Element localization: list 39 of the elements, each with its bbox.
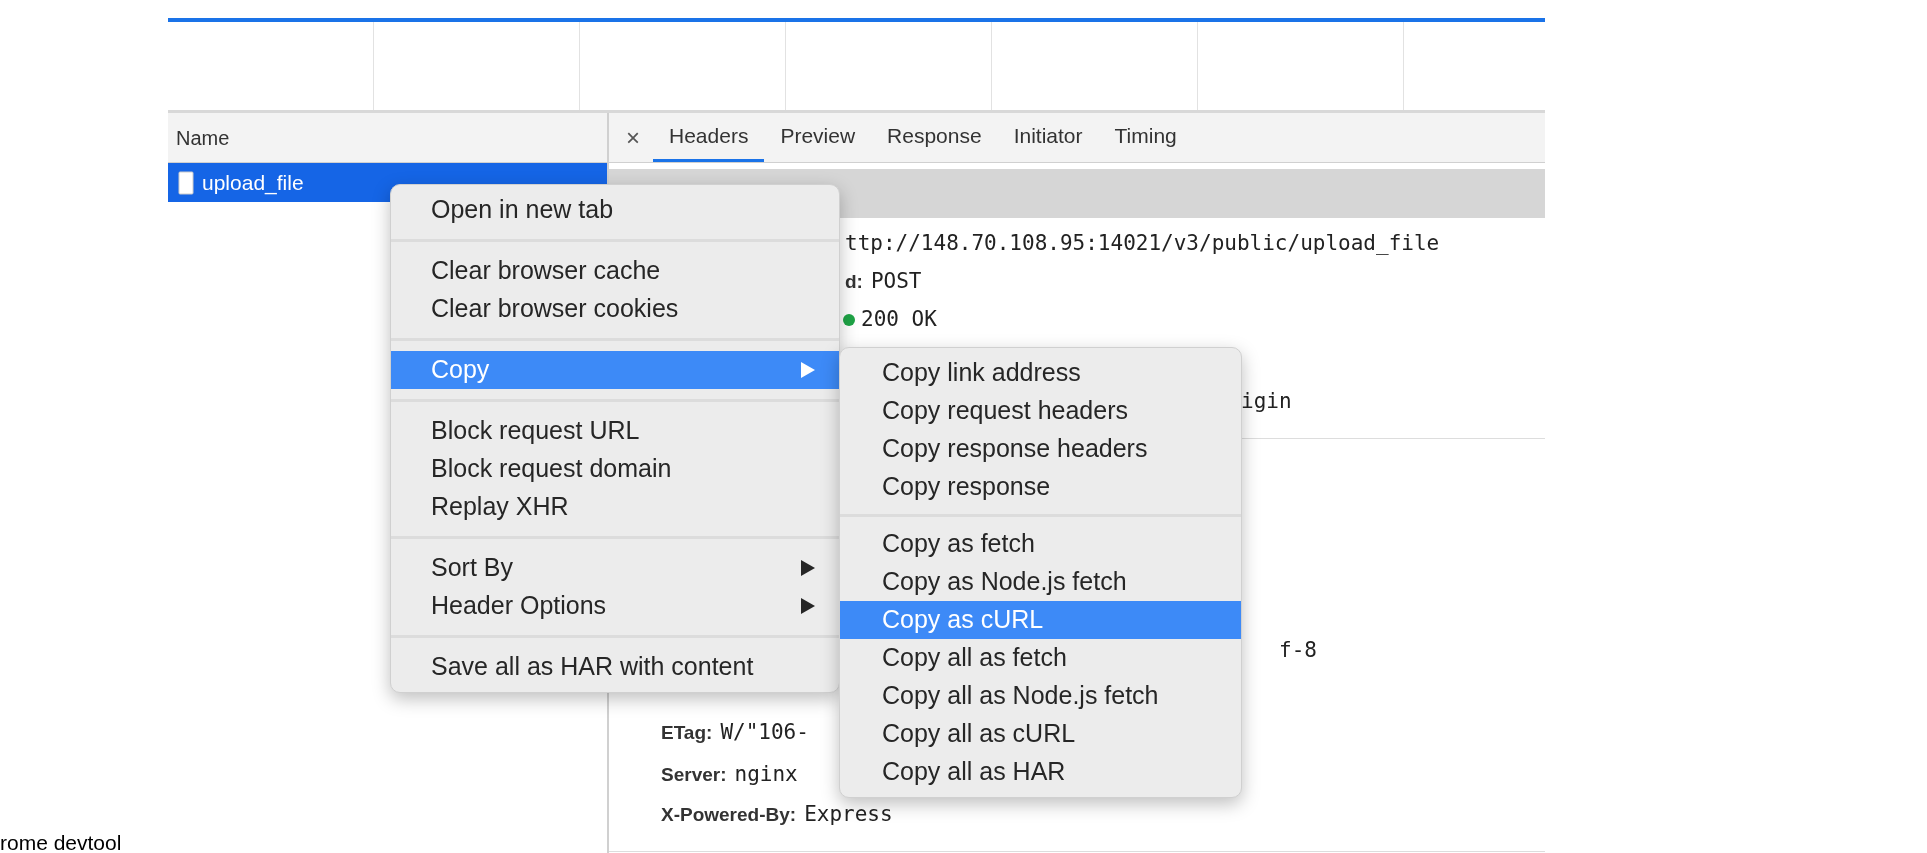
menu-item[interactable]: Clear browser cookies (391, 290, 839, 328)
menu-item[interactable]: Block request URL (391, 412, 839, 450)
tab[interactable]: Initiator (997, 113, 1099, 162)
header-value: nginx (734, 761, 798, 789)
tab[interactable]: Headers (653, 113, 765, 162)
tab[interactable]: Timing (1098, 113, 1193, 162)
header-name: Server: (661, 762, 727, 787)
header-value: Express (804, 801, 893, 829)
header-name: d: (845, 269, 863, 294)
menu-item[interactable]: Clear browser cache (391, 252, 839, 290)
menu-item[interactable]: Copy response headers (840, 430, 1241, 468)
header-value: igin (1241, 388, 1292, 416)
menu-item[interactable]: Copy all as Node.js fetch (840, 677, 1241, 715)
tab[interactable]: Preview (764, 113, 872, 162)
header-value: POST (870, 268, 922, 296)
tab[interactable]: Response (871, 113, 998, 162)
caption: rome devtool (0, 832, 122, 853)
menu-item[interactable]: Copy request headers (840, 392, 1241, 430)
close-button[interactable]: × (621, 113, 645, 162)
menu-item[interactable]: Save all as HAR with content (391, 648, 839, 686)
menu-item[interactable]: Copy link address (840, 354, 1241, 392)
menu-item[interactable]: Block request domain (391, 450, 839, 488)
menu-item[interactable]: Sort By (391, 549, 839, 587)
menu-item[interactable]: Copy response (840, 468, 1241, 506)
header-name: ETag: (661, 720, 713, 745)
menu-item[interactable]: Copy all as cURL (840, 715, 1241, 753)
menu-item[interactable]: Copy as fetch (840, 525, 1241, 563)
header-value: f-8 (1279, 637, 1317, 665)
file-icon (178, 170, 194, 195)
header-name: X-Powered-By: (661, 802, 797, 827)
menu-item[interactable]: Copy as Node.js fetch (840, 563, 1241, 601)
status-value: 200 OK (861, 306, 937, 334)
header-value: ttp://148.70.108.95:14021/v3/public/upload_file (845, 230, 1440, 258)
menu-item[interactable]: Replay XHR (391, 488, 839, 526)
menu-item[interactable]: Copy all as fetch (840, 639, 1241, 677)
menu-item[interactable]: Copy all as HAR (840, 753, 1241, 791)
header-value: W/"106- (720, 719, 809, 747)
column-header[interactable]: Name (176, 122, 230, 153)
menu-item[interactable]: Header Options (391, 587, 839, 625)
